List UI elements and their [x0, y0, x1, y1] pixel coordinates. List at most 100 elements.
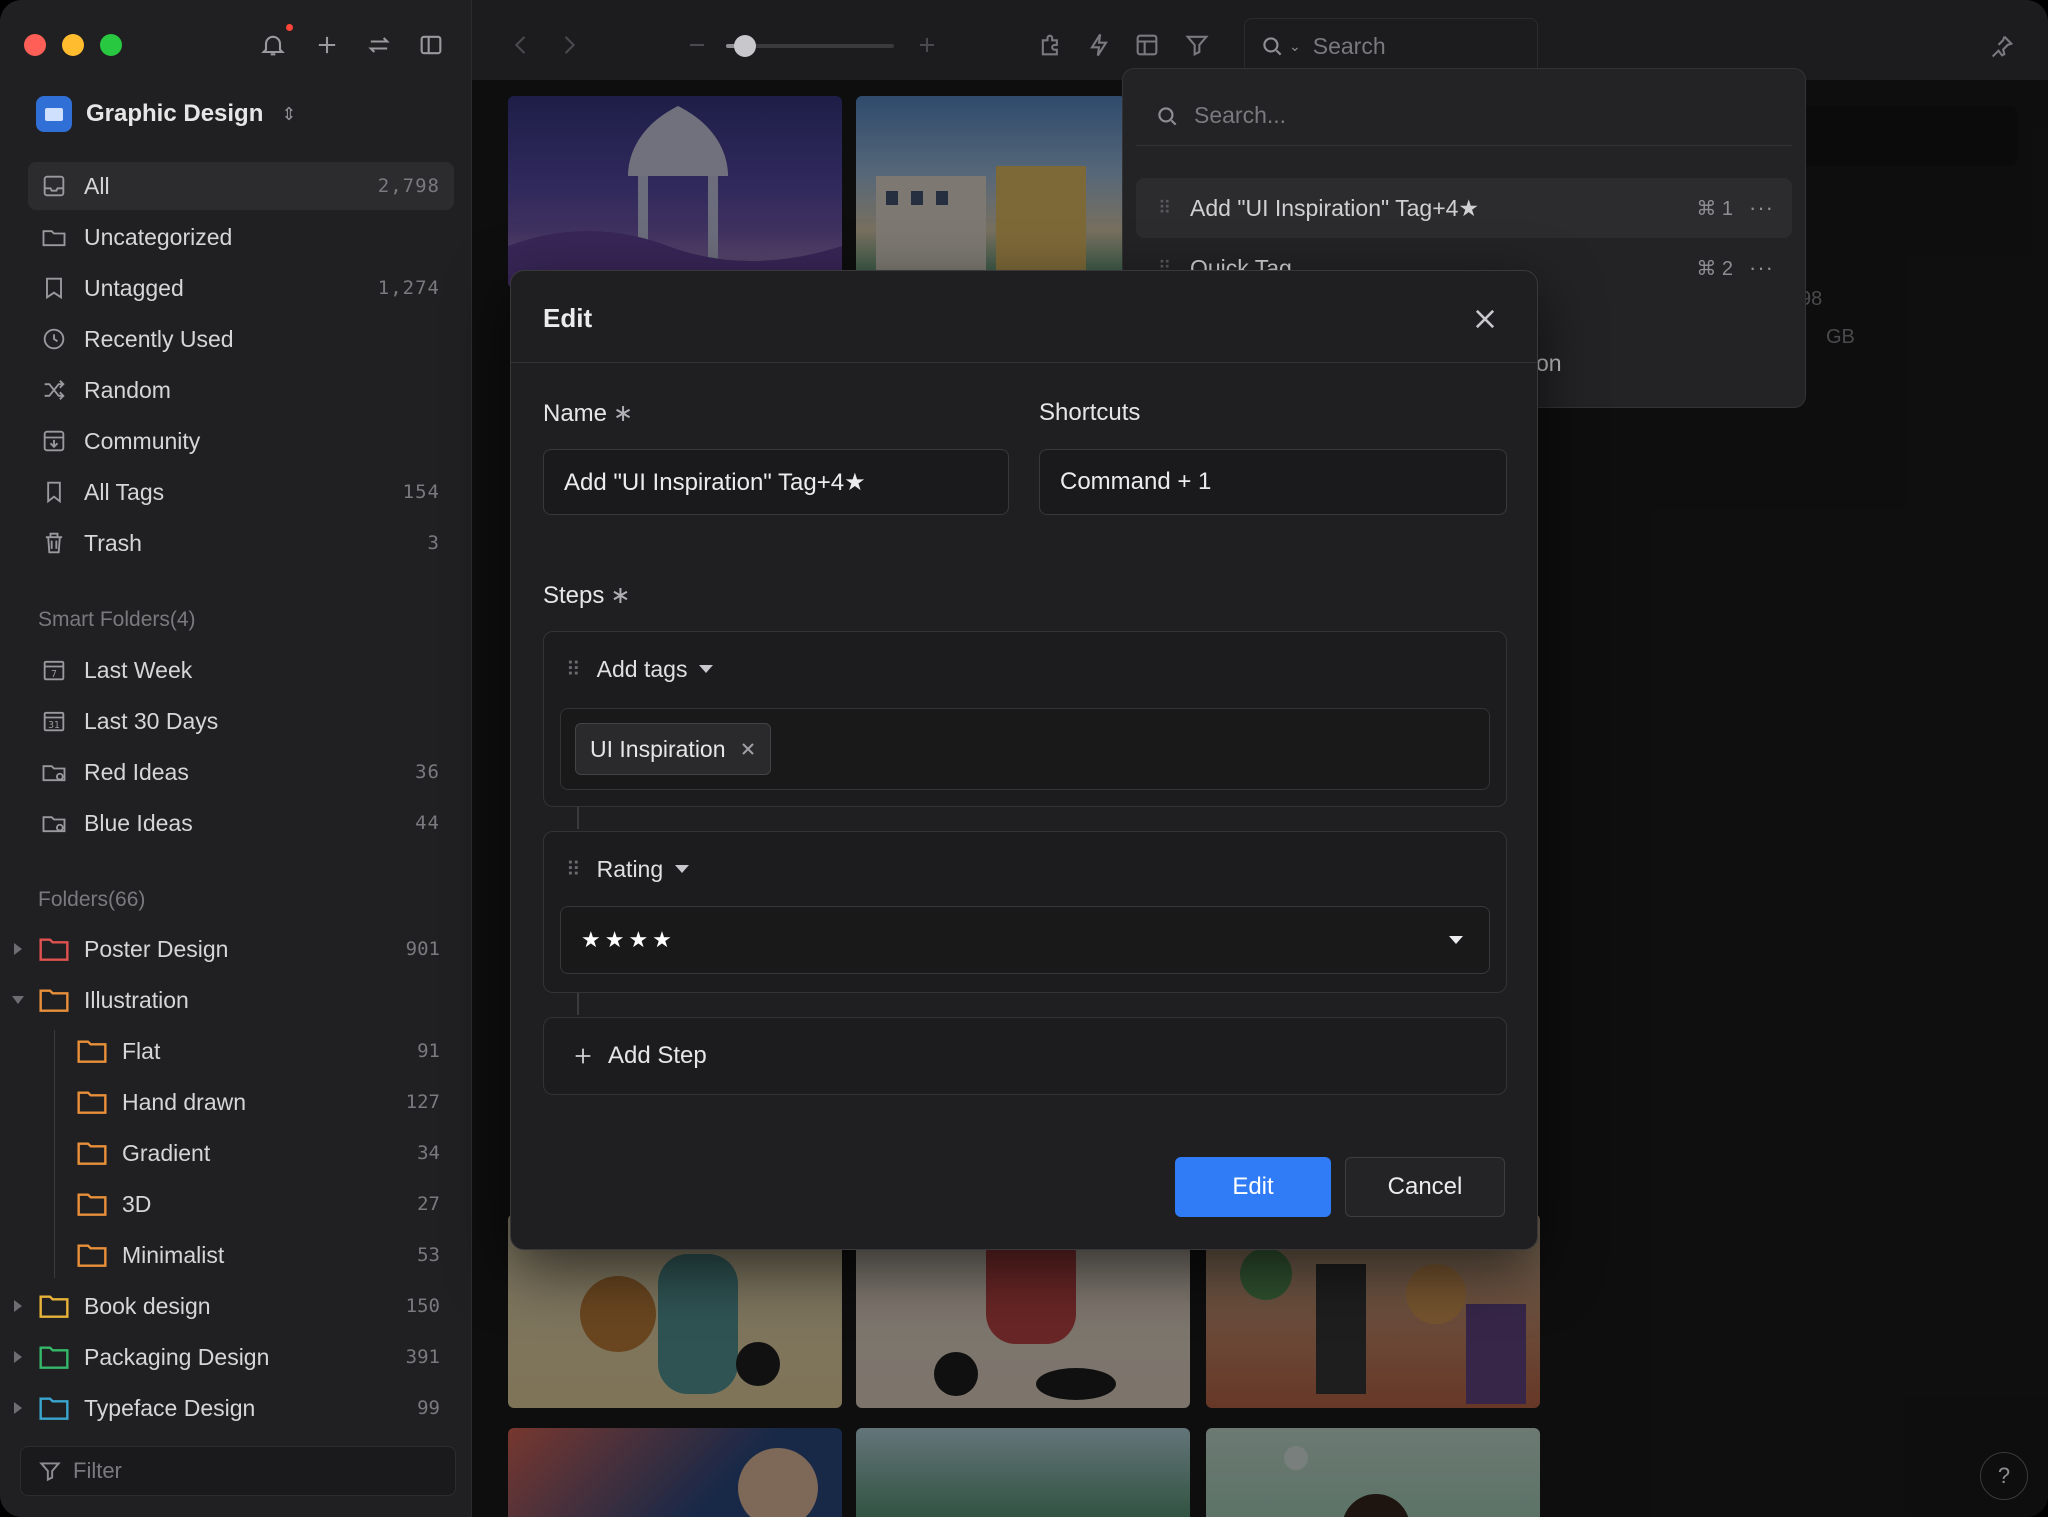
- folder-icon: [38, 1394, 70, 1422]
- forward-arrow-icon[interactable]: [552, 28, 586, 62]
- steps-label-text: Steps: [543, 582, 605, 609]
- zoom-in-icon[interactable]: [910, 28, 944, 62]
- search-icon: [1158, 106, 1177, 125]
- folder-icon: [38, 935, 70, 963]
- sidebar-item-trash[interactable]: Trash 3: [28, 519, 454, 567]
- pin-icon[interactable]: [1988, 32, 2016, 60]
- close-icon[interactable]: [1471, 305, 1499, 333]
- sidebar-filter-input[interactable]: Filter: [20, 1446, 456, 1496]
- remove-tag-icon[interactable]: [740, 741, 756, 757]
- add-step-button[interactable]: Add Step: [543, 1017, 1507, 1095]
- shuffle-icon: [38, 374, 70, 406]
- required-mark: ∗: [613, 400, 634, 427]
- folder-illustration[interactable]: Illustration: [0, 976, 440, 1024]
- filter-funnel-icon[interactable]: [1180, 28, 1214, 62]
- folder-count: 91: [417, 1040, 440, 1062]
- sidebar-item-recently-used[interactable]: Recently Used: [28, 315, 454, 363]
- swap-icon[interactable]: [362, 28, 396, 62]
- folder-book-design[interactable]: Book design 150: [0, 1282, 440, 1330]
- sidebar: Graphic Design ⇕ All 2,798 Uncategorized…: [0, 0, 472, 1517]
- folder-icon: [76, 1088, 108, 1116]
- folder-minimalist[interactable]: Minimalist 53: [0, 1231, 440, 1279]
- add-icon[interactable]: [310, 28, 344, 62]
- layout-icon[interactable]: [1130, 28, 1164, 62]
- tag-chip-label: UI Inspiration: [590, 735, 726, 762]
- quick-action-shortcut: ⌘ 1: [1696, 197, 1734, 220]
- step-type-dropdown[interactable]: ⠿ Rating: [544, 832, 690, 906]
- sidebar-toggle-icon[interactable]: [414, 28, 448, 62]
- smart-folders-heading[interactable]: Smart Folders(4): [38, 608, 196, 632]
- puzzle-icon[interactable]: [1034, 28, 1068, 62]
- step-connector: [577, 807, 579, 829]
- notification-dot: [286, 24, 293, 31]
- caret-down-icon: [699, 665, 714, 673]
- step-type-label: Add tags: [596, 655, 688, 682]
- folder-count: 150: [405, 1295, 440, 1317]
- smart-folder-red-ideas[interactable]: Red Ideas 36: [28, 748, 454, 796]
- shortcuts-field-label: Shortcuts: [1039, 399, 1141, 426]
- lightning-icon[interactable]: [1082, 28, 1116, 62]
- quick-actions-peek-text: on: [1536, 350, 1562, 376]
- smart-folder-blue-ideas[interactable]: Blue Ideas 44: [28, 799, 454, 847]
- folder-typeface-design[interactable]: Typeface Design 99: [0, 1384, 440, 1432]
- toolbar-search[interactable]: ⌄ Search: [1244, 18, 1538, 74]
- folders-heading[interactable]: Folders(66): [38, 888, 145, 912]
- help-button[interactable]: ?: [1980, 1452, 2028, 1500]
- sidebar-item-community[interactable]: Community: [28, 417, 454, 465]
- step-type-dropdown[interactable]: ⠿ Add tags: [544, 632, 714, 706]
- drag-handle-icon[interactable]: ⠿: [1158, 198, 1178, 219]
- sidebar-item-all[interactable]: All 2,798: [28, 162, 454, 210]
- back-arrow-icon[interactable]: [504, 28, 538, 62]
- more-icon[interactable]: ···: [1749, 195, 1774, 221]
- filter-funnel-icon: [39, 1462, 61, 1482]
- folder-icon: [38, 1292, 70, 1320]
- drag-handle-icon[interactable]: ⠿: [566, 657, 581, 682]
- smart-folder-last-30-days[interactable]: 31 Last 30 Days: [28, 697, 454, 745]
- sidebar-item-count: 3: [427, 532, 440, 554]
- folder-poster-design[interactable]: Poster Design 901: [0, 925, 440, 973]
- folder-packaging-design[interactable]: Packaging Design 391: [0, 1333, 440, 1381]
- caret-down-icon: [1449, 936, 1463, 944]
- folder-flat[interactable]: Flat 91: [0, 1027, 440, 1075]
- folder-count: 127: [405, 1091, 440, 1113]
- trash-icon: [38, 527, 70, 559]
- bell-icon[interactable]: [256, 28, 290, 62]
- expand-arrow-icon[interactable]: [14, 1300, 22, 1312]
- folder-3d[interactable]: 3D 27: [0, 1180, 440, 1228]
- cancel-button[interactable]: Cancel: [1345, 1157, 1505, 1217]
- folder-label: 3D: [122, 1190, 152, 1217]
- sidebar-item-untagged[interactable]: Untagged 1,274: [28, 264, 454, 312]
- name-field-label: Name ∗: [543, 399, 633, 428]
- name-input[interactable]: Add "UI Inspiration" Tag+4★: [543, 449, 1009, 515]
- close-window-button[interactable]: [24, 34, 46, 56]
- sidebar-item-random[interactable]: Random: [28, 366, 454, 414]
- quick-action-shortcut: ⌘ 2: [1696, 257, 1734, 280]
- folder-count: 53: [417, 1244, 440, 1266]
- edit-button[interactable]: Edit: [1175, 1157, 1331, 1217]
- collapse-arrow-icon[interactable]: [12, 996, 24, 1004]
- drag-handle-icon[interactable]: ⠿: [566, 857, 581, 882]
- expand-arrow-icon[interactable]: [14, 943, 22, 955]
- expand-arrow-icon[interactable]: [14, 1351, 22, 1363]
- smart-folder-last-week[interactable]: 7 Last Week: [28, 646, 454, 694]
- rating-select[interactable]: ★★★★: [560, 906, 1490, 974]
- minimize-window-button[interactable]: [62, 34, 84, 56]
- bookmark-icon: [38, 476, 70, 508]
- quick-actions-search[interactable]: Search...: [1136, 86, 1792, 146]
- expand-arrow-icon[interactable]: [14, 1402, 22, 1414]
- sidebar-item-all-tags[interactable]: All Tags 154: [28, 468, 454, 516]
- tag-input[interactable]: UI Inspiration: [560, 708, 1490, 790]
- step-rating: ⠿ Rating ★★★★: [543, 831, 1507, 993]
- shortcut-input[interactable]: Command + 1: [1039, 449, 1507, 515]
- more-icon[interactable]: ···: [1749, 255, 1774, 281]
- slider-knob[interactable]: [734, 35, 756, 57]
- sidebar-item-uncategorized[interactable]: Uncategorized: [28, 213, 454, 261]
- calendar-icon: 31: [38, 705, 70, 737]
- quick-action-row[interactable]: ⠿ Add "UI Inspiration" Tag+4★ ⌘ 1 ···: [1136, 178, 1792, 238]
- library-switcher[interactable]: Graphic Design ⇕: [36, 96, 296, 132]
- maximize-window-button[interactable]: [100, 34, 122, 56]
- folder-hand-drawn[interactable]: Hand drawn 127: [0, 1078, 440, 1126]
- folder-gradient[interactable]: Gradient 34: [0, 1129, 440, 1177]
- sidebar-item-count: 44: [415, 812, 440, 834]
- zoom-out-icon[interactable]: [680, 28, 714, 62]
